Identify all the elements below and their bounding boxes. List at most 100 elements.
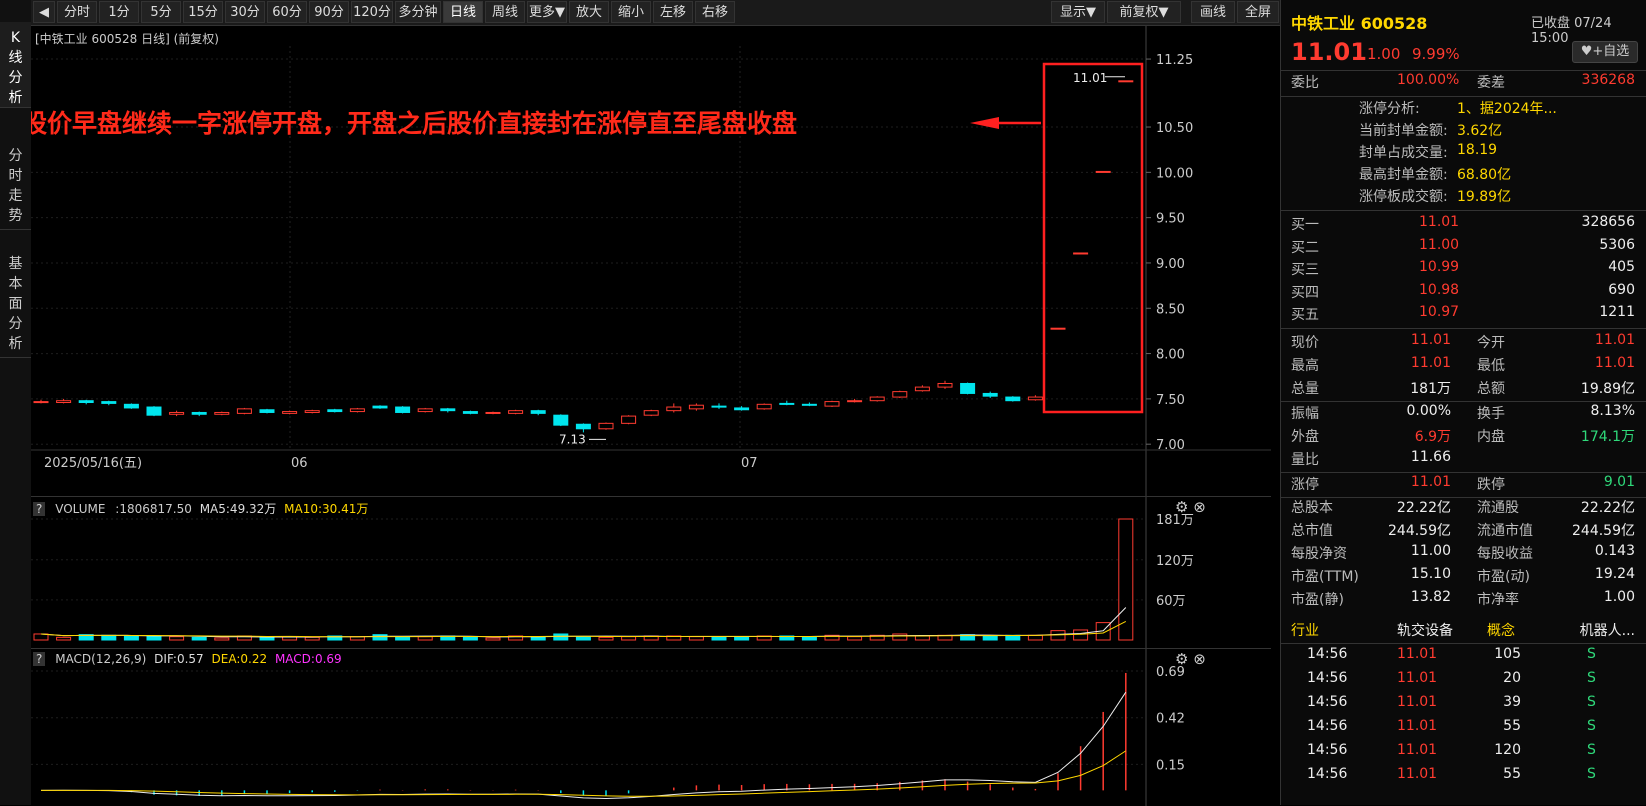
weicha-value: 336268 (1581, 72, 1635, 88)
stat-value: 0.143 (1594, 543, 1635, 559)
volume-bar (734, 636, 750, 641)
limit-analysis-value: 68.80亿 (1457, 167, 1512, 183)
candle (1118, 80, 1134, 83)
candle (349, 408, 365, 413)
limit-analysis-key: 封单占成交量: (1359, 145, 1448, 161)
macd-chart[interactable]: 0.69 0.42 0.15 (31, 649, 1271, 806)
bid-row[interactable]: 买五 10.97 1211 (1281, 304, 1646, 328)
adjust-menu-button[interactable]: 前复权▼ (1107, 1, 1181, 23)
back-icon[interactable]: ◀ (33, 1, 55, 23)
bid-row[interactable]: 买三 10.99 405 (1281, 259, 1646, 283)
low-price-label: 7.13 (559, 432, 586, 446)
tab-intraday[interactable]: 分 时 走 势 (0, 140, 31, 230)
volume-bar (847, 636, 863, 641)
trade-tick-row: 14:56 11.01 39 S (1281, 694, 1646, 718)
date-label: 07 (741, 456, 758, 471)
stat-row: 市盈(TTM) 15.10 市盈(动) 19.24 (1281, 566, 1646, 590)
tick-price: 11.01 (1397, 766, 1438, 782)
period-button-4[interactable]: 30分 (225, 1, 265, 23)
tick-volume: 120 (1494, 742, 1521, 758)
period-button-3[interactable]: 15分 (183, 1, 223, 23)
volume-chart[interactable]: 181万 120万 60万 (31, 497, 1271, 649)
volume-bar (101, 634, 117, 641)
bid-row[interactable]: 买四 10.98 690 (1281, 282, 1646, 306)
industry-value[interactable]: 轨交设备 (1397, 620, 1453, 640)
period-button-0[interactable]: 分时 (57, 1, 97, 23)
stat-key: 市净率 (1477, 592, 1519, 608)
concept-label: 概念 (1487, 623, 1515, 639)
period-button-9[interactable]: 日线 (443, 1, 483, 23)
concept-value[interactable]: 机器人... (1580, 620, 1635, 640)
left-tab-bar: K 线 分 析 分 时 走 势 基 本 面 分 析 (0, 0, 32, 805)
candle (892, 391, 908, 398)
stat-value: 22.22亿 (1580, 500, 1635, 516)
period-button-6[interactable]: 90分 (309, 1, 349, 23)
volume-bar (191, 636, 207, 641)
period-button-1[interactable]: 1分 (99, 1, 139, 23)
candle (575, 423, 591, 430)
limit-analysis-value[interactable]: 1、据2024年... (1457, 98, 1557, 118)
period-button-12[interactable]: 放大 (569, 1, 609, 23)
bid-price: 10.97 (1419, 304, 1460, 321)
price-tick-label: 11.25 (1156, 53, 1193, 68)
candle (847, 400, 863, 403)
kline-panel[interactable]: [中铁工业 600528 日线] (前复权) 11.25 10.50 10.00 9.… (31, 26, 1271, 496)
stat-key: 今开 (1477, 335, 1505, 351)
draw-button[interactable]: 画线 (1191, 1, 1235, 23)
add-watchlist-button[interactable]: ♥+自选 (1572, 41, 1638, 63)
period-button-7[interactable]: 120分 (351, 1, 393, 23)
bid-row[interactable]: 买二 11.00 5306 (1281, 237, 1646, 261)
stat-value: 19.24 (1594, 566, 1635, 582)
period-button-14[interactable]: 左移 (653, 1, 693, 23)
stat-key: 量比 (1291, 452, 1319, 468)
period-button-8[interactable]: 多分钟 (395, 1, 441, 23)
period-button-15[interactable]: 右移 (695, 1, 735, 23)
display-menu-button[interactable]: 显示▼ (1051, 1, 1105, 23)
bid-volume: 1211 (1599, 304, 1635, 321)
tick-time: 14:56 (1307, 766, 1348, 782)
tab-k-line[interactable]: K 线 分 析 (0, 22, 31, 108)
stat-value: 181万 (1410, 381, 1451, 397)
candle (372, 405, 388, 409)
volume-bar (711, 636, 727, 641)
macd-panel[interactable]: ? MACD(12,26,9) DIF:0.57 DEA:0.22 MACD:0… (31, 648, 1271, 806)
volume-panel[interactable]: ? VOLUME :1806817.50 MA5:49.32万 MA10:30.… (31, 496, 1271, 649)
stat-key: 每股收益 (1477, 546, 1533, 562)
volume-bar (621, 636, 637, 641)
volume-bar (372, 634, 388, 641)
period-button-11[interactable]: 更多▼ (527, 1, 567, 23)
candle (960, 382, 976, 394)
period-button-2[interactable]: 5分 (141, 1, 181, 23)
bid-volume: 405 (1608, 259, 1635, 276)
macd-dea-line (40, 750, 1127, 797)
candle (191, 411, 207, 415)
stat-value: 11.66 (1410, 449, 1451, 465)
stat-key: 市盈(静) (1291, 592, 1344, 608)
kline-chart[interactable]: 11.25 10.50 10.00 9.50 9.00 8.50 8.00 7.50 7.00 2… (31, 26, 1271, 496)
stat-value: 11.01 (1594, 355, 1635, 371)
period-button-5[interactable]: 60分 (267, 1, 307, 23)
stat-key: 换手 (1477, 406, 1505, 422)
candle (553, 414, 569, 426)
bid-row[interactable]: 买一 11.01 328656 (1281, 214, 1646, 238)
period-button-13[interactable]: 缩小 (611, 1, 651, 23)
weicha-label: 委差 (1477, 75, 1505, 91)
period-button-10[interactable]: 周线 (485, 1, 525, 23)
tab-fundamentals[interactable]: 基 本 面 分 析 (0, 248, 31, 358)
candle (236, 408, 252, 414)
limit-analysis-row: 涨停分析: 1、据2024年... (1281, 98, 1646, 122)
stat-row: 总量 181万 总额 19.89亿 (1281, 378, 1646, 402)
volume-bar (123, 635, 139, 641)
limit-analysis-row: 最高封单金额: 68.80亿 (1281, 164, 1646, 188)
fullscreen-button[interactable]: 全屏 (1237, 1, 1279, 23)
stat-key: 最高 (1291, 358, 1319, 374)
stat-key: 流通股 (1477, 500, 1519, 516)
bid-volume: 690 (1608, 281, 1635, 298)
macd-tick-label: 0.69 (1156, 665, 1185, 680)
date-label: 2025/05/16(五) (44, 456, 142, 471)
annotation-text: 股价早盘继续一字涨停开盘，开盘之后股价直接封在涨停直至尾盘收盘 (31, 109, 797, 138)
volume-bar (801, 636, 817, 641)
stat-key: 总额 (1477, 381, 1505, 397)
stat-value: 19.89亿 (1580, 381, 1635, 397)
volume-bar (1073, 629, 1089, 641)
